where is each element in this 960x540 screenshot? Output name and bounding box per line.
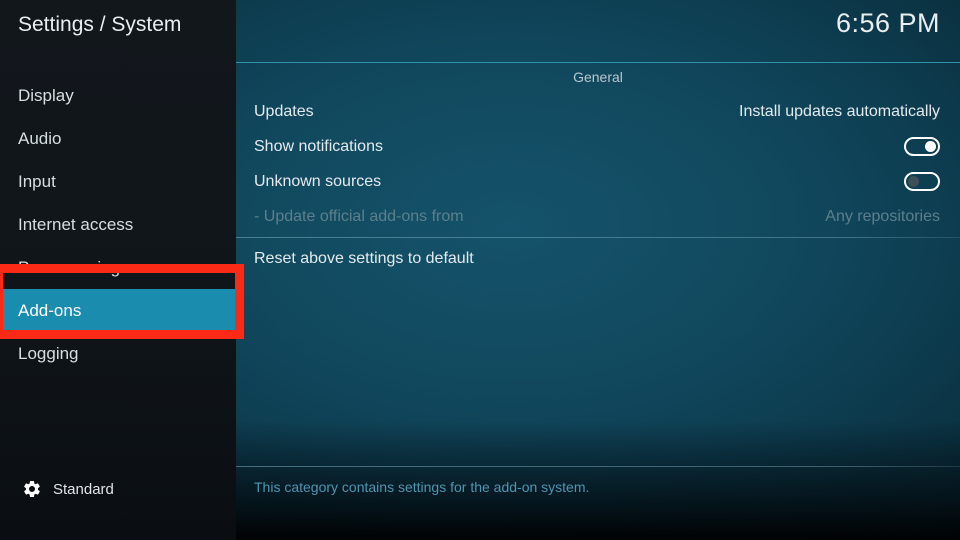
sidebar-item-input[interactable]: Input (0, 160, 236, 203)
header-divider (236, 62, 960, 63)
setting-label: Unknown sources (254, 172, 382, 190)
sidebar-item-internet-access[interactable]: Internet access (0, 203, 236, 246)
sidebar-item-label: Logging (18, 343, 79, 363)
setting-label: Reset above settings to default (254, 249, 474, 267)
kodi-settings-screen: 6:56 PM General Updates Install updates … (0, 0, 960, 540)
settings-divider (236, 237, 960, 238)
sidebar-item-label: Add-ons (18, 300, 82, 320)
clock: 6:56 PM (835, 8, 940, 38)
sidebar-item-label: Audio (18, 128, 62, 148)
sidebar-item-label: Display (18, 85, 74, 105)
setting-value: Any repositories (825, 207, 940, 225)
sidebar-item-power-saving[interactable]: Power saving (0, 246, 236, 289)
setting-value: Install updates automatically (739, 102, 940, 120)
setting-row-updates[interactable]: Updates Install updates automatically (236, 94, 960, 129)
sidebar-item-audio[interactable]: Audio (0, 117, 236, 160)
section-header-general: General (573, 69, 623, 85)
setting-label: Show notifications (254, 137, 383, 155)
unknown-sources-toggle[interactable] (904, 172, 940, 191)
setting-label: Updates (254, 102, 314, 120)
settings-level-selector[interactable]: Standard (22, 479, 114, 499)
setting-label: - Update official add-ons from (254, 207, 464, 225)
category-description: This category contains settings for the … (254, 479, 590, 495)
setting-row-update-official-addons-from: - Update official add-ons from Any repos… (236, 199, 960, 234)
sidebar: Settings / System Display Audio Input In… (0, 0, 244, 540)
page-title: Settings / System (18, 13, 182, 36)
sidebar-nav: Display Audio Input Internet access Powe… (0, 74, 236, 375)
toggle-knob (908, 176, 919, 187)
sidebar-item-label: Power saving (18, 257, 121, 277)
footer-divider (236, 466, 960, 467)
sidebar-item-label: Internet access (18, 214, 134, 234)
sidebar-item-logging[interactable]: Logging (0, 332, 236, 375)
setting-row-unknown-sources[interactable]: Unknown sources (236, 164, 960, 199)
setting-row-show-notifications[interactable]: Show notifications (236, 129, 960, 164)
toggle-knob (925, 141, 936, 152)
sidebar-item-label: Input (18, 171, 56, 191)
settings-level-label: Standard (53, 480, 114, 498)
show-notifications-toggle[interactable] (904, 137, 940, 156)
sidebar-item-add-ons[interactable]: Add-ons (0, 289, 236, 332)
gear-icon (22, 479, 42, 499)
settings-list: Updates Install updates automatically Sh… (236, 94, 960, 276)
sidebar-item-display[interactable]: Display (0, 74, 236, 117)
setting-row-reset-defaults[interactable]: Reset above settings to default (236, 241, 960, 276)
